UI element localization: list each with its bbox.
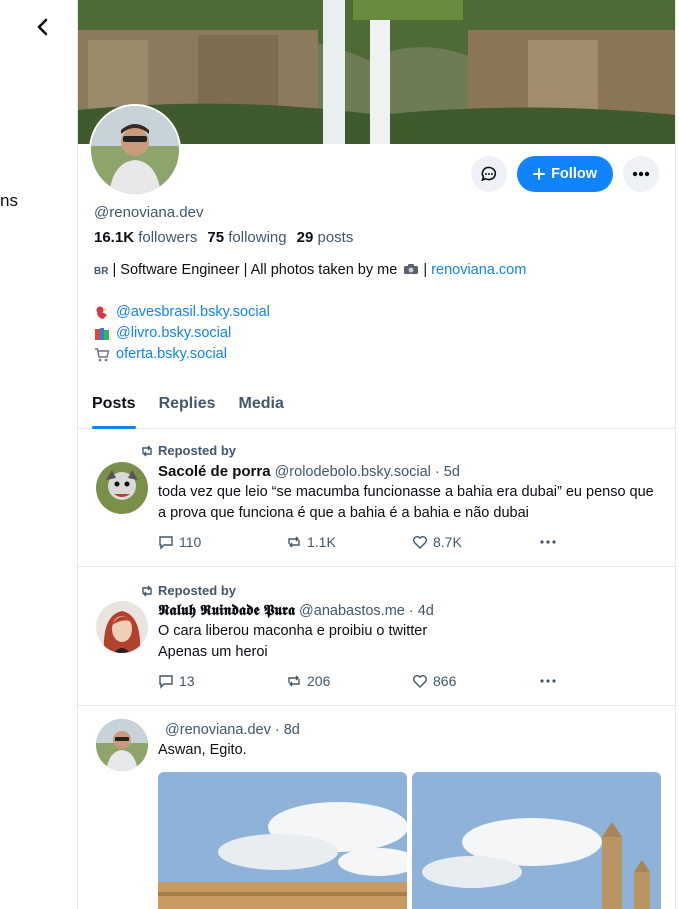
post-author-handle[interactable]: @renoviana.dev [165, 722, 271, 738]
following-stat[interactable]: 75 following [207, 229, 286, 246]
post-images [158, 772, 661, 909]
post-image[interactable] [412, 772, 661, 909]
link-livro-text[interactable]: @livro.bsky.social [116, 323, 231, 344]
post-header: 𝕹𝖆𝖑𝖚𝖍 𝕽𝖚𝖎𝖓𝖉𝖆𝖉𝖊 𝕻𝖚𝖗𝖆 @anabastos.me · 4d [158, 602, 663, 619]
post-author-handle[interactable]: @anabastos.me [299, 603, 405, 619]
link-avesbrasil-text[interactable]: @avesbrasil.bsky.social [116, 302, 270, 323]
post-image-photo [412, 772, 661, 909]
ellipsis-icon [632, 171, 650, 177]
post-time: · 5d [434, 464, 460, 480]
heart-icon [413, 536, 427, 549]
bio-website-link[interactable]: renoviana.com [431, 262, 526, 278]
plus-icon [533, 168, 546, 180]
repost-indicator: Reposted by [140, 443, 236, 458]
post-text: O cara liberou maconha e proibiu o twitt… [158, 623, 428, 660]
link-oferta: oferta.bsky.social [94, 344, 664, 365]
post-text: Aswan, Egito. [158, 742, 247, 758]
chat-bubble-icon [481, 166, 497, 182]
post-header: Sacolé de porra @rolodebolo.bsky.social … [158, 463, 663, 480]
post-body: 𝕹𝖆𝖑𝖚𝖍 𝕽𝖚𝖎𝖓𝖉𝖆𝖉𝖊 𝕻𝖚𝖗𝖆 @anabastos.me · 4d O… [158, 602, 663, 689]
cart-icon [95, 347, 110, 361]
post-avatar[interactable] [96, 719, 148, 771]
post-image-photo [158, 772, 407, 909]
reply-icon [159, 675, 173, 689]
feed-post[interactable]: Reposted by 𝕹𝖆𝖑𝖚𝖍 𝕽𝖚𝖎𝖓𝖉𝖆𝖉𝖊 𝕻𝖚𝖗𝖆 @anabast… [78, 567, 675, 706]
post-avatar-image [96, 719, 148, 771]
bio-separator: | [423, 262, 428, 278]
feed-post[interactable]: Reposted by Sacolé de porra @rolodebolo.… [78, 429, 675, 567]
repost-icon [288, 536, 300, 548]
bird-icon [96, 306, 107, 319]
like-button[interactable]: 8.7K [412, 534, 540, 550]
post-image[interactable] [158, 772, 407, 909]
post-avatar-image [96, 601, 148, 653]
back-button[interactable] [30, 14, 56, 40]
tab-replies[interactable]: Replies [159, 381, 229, 429]
ellipsis-icon [540, 679, 556, 683]
profile-handle: @renoviana.dev [94, 204, 204, 221]
post-author-handle[interactable]: @rolodebolo.bsky.social [275, 464, 431, 480]
link-livro: @livro.bsky.social [94, 323, 664, 344]
brazil-flag-icon: BR [94, 266, 109, 277]
reply-button[interactable]: 110 [158, 534, 286, 550]
post-header: @renoviana.dev · 8d [158, 722, 663, 738]
profile-stats: 16.1K followers 75 following 29 posts [94, 229, 664, 246]
post-text: toda vez que leio “se macumba funcionass… [158, 484, 654, 521]
message-button[interactable] [471, 156, 508, 192]
post-body: @renoviana.dev · 8d Aswan, Egito. [158, 722, 663, 761]
chevron-left-icon [37, 18, 48, 36]
bio-text: | Software Engineer | All photos taken b… [112, 262, 398, 278]
post-time: · 4d [408, 603, 434, 619]
post-avatar[interactable] [96, 462, 148, 514]
profile-info: @renoviana.dev 16.1K followers 75 follow… [94, 204, 664, 365]
profile-tabs: Posts Replies Media [78, 381, 675, 429]
posts-stat: 29 posts [296, 229, 354, 246]
profile-actions: Follow [471, 156, 659, 192]
tab-media[interactable]: Media [239, 381, 297, 429]
post-time: · 8d [274, 722, 300, 738]
avatar-image [91, 106, 179, 194]
ellipsis-icon [540, 540, 556, 544]
heart-icon [413, 675, 427, 688]
followers-stat[interactable]: 16.1K followers [94, 229, 197, 246]
profile-page: Follow @renoviana.dev 16.1K followers 75… [77, 0, 676, 909]
follow-button[interactable]: Follow [517, 156, 613, 192]
repost-button[interactable]: 206 [286, 673, 412, 689]
repost-icon [142, 445, 152, 456]
link-oferta-text[interactable]: oferta.bsky.social [116, 344, 227, 365]
profile-links: @avesbrasil.bsky.social @livro.bsky.soci… [94, 302, 664, 365]
post-author-name[interactable]: 𝕹𝖆𝖑𝖚𝖍 𝕽𝖚𝖎𝖓𝖉𝖆𝖉𝖊 𝕻𝖚𝖗𝖆 [158, 602, 295, 619]
books-icon [95, 327, 109, 340]
repost-icon [142, 585, 152, 596]
post-avatar-image [96, 462, 148, 514]
left-nav: ns [0, 0, 77, 909]
link-avesbrasil: @avesbrasil.bsky.social [94, 302, 664, 323]
repost-icon [288, 675, 300, 687]
reply-icon [159, 536, 173, 550]
post-more-button[interactable] [540, 679, 556, 683]
post-avatar[interactable] [96, 601, 148, 653]
repost-indicator: Reposted by [140, 583, 236, 598]
profile-bio: BR | Software Engineer | All photos take… [94, 260, 664, 282]
tab-posts[interactable]: Posts [92, 381, 149, 429]
post-actions: 110 1.1K 8.7K [158, 534, 663, 550]
follow-label: Follow [551, 166, 597, 182]
post-actions: 13 206 866 [158, 673, 663, 689]
nav-clipped-label[interactable]: ns [0, 191, 18, 211]
profile-avatar[interactable] [89, 104, 181, 196]
camera-icon [404, 264, 419, 274]
more-options-button[interactable] [623, 156, 659, 192]
repost-button[interactable]: 1.1K [286, 534, 412, 550]
post-more-button[interactable] [540, 540, 556, 544]
post-author-name[interactable]: Sacolé de porra [158, 463, 271, 480]
like-button[interactable]: 866 [412, 673, 540, 689]
reply-button[interactable]: 13 [158, 673, 286, 689]
post-body: Sacolé de porra @rolodebolo.bsky.social … [158, 463, 663, 550]
